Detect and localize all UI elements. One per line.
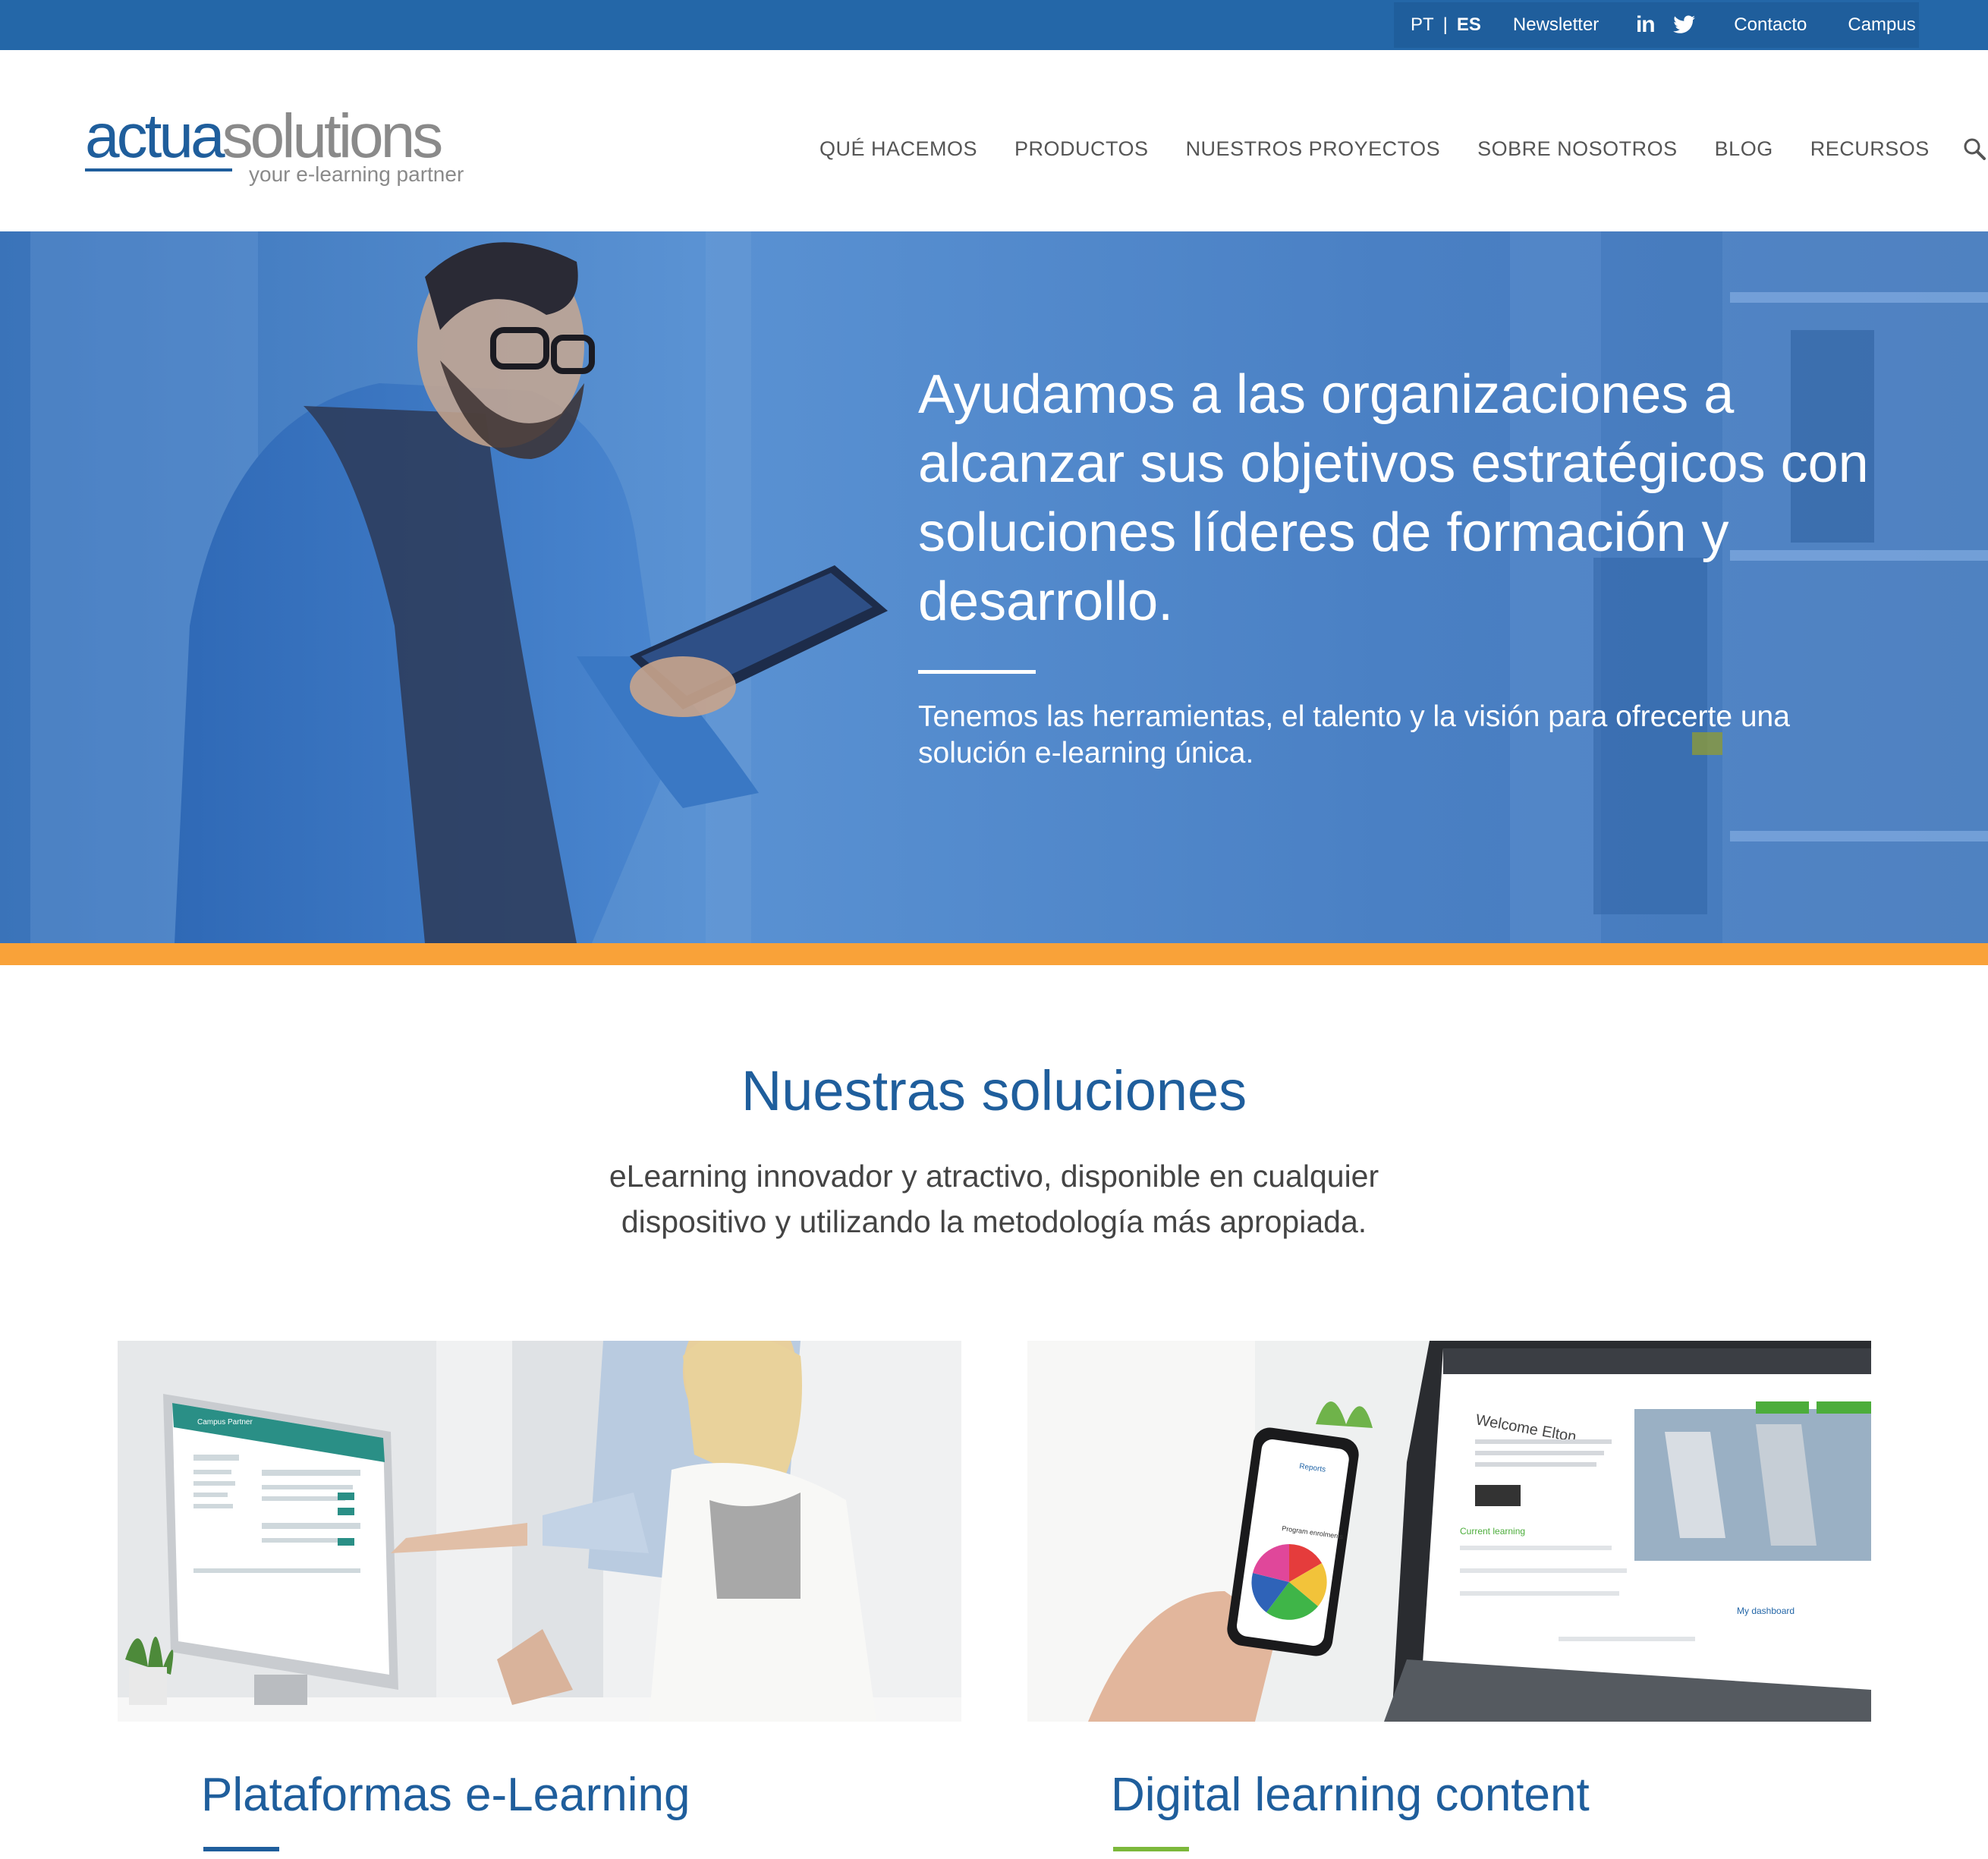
logo-part-actua: actua <box>85 102 225 171</box>
screen-current-label: Current learning <box>1460 1526 1525 1537</box>
logo-wordmark: actuasolutions <box>85 102 444 171</box>
nav-item-blog[interactable]: BLOG <box>1715 137 1773 161</box>
hero-banner: Ayudamos a las organizaciones a alcanzar… <box>0 231 1988 943</box>
campus-link[interactable]: Campus <box>1848 14 1915 36</box>
hero-title: Ayudamos a las organizaciones a alcanzar… <box>918 364 1869 632</box>
nav-item-recursos[interactable]: RECURSOS <box>1810 137 1930 161</box>
contacto-link[interactable]: Contacto <box>1734 14 1807 36</box>
hero-subtitle: Tenemos las herramientas, el talento y l… <box>918 700 1790 769</box>
main-nav: QUÉ HACEMOS PRODUCTOS NUESTROS PROYECTOS… <box>819 135 1988 162</box>
solutions-subtitle: eLearning innovador y atractivo, disponi… <box>609 1159 1379 1239</box>
language-switcher: PT | ES <box>1411 14 1481 36</box>
card-divider-plataformas <box>203 1847 279 1851</box>
lang-pt-link[interactable]: PT <box>1411 14 1434 36</box>
logo-part-solutions: solutions <box>222 102 444 171</box>
nav-item-productos[interactable]: PRODUCTOS <box>1014 137 1149 161</box>
logo-tagline: your e-learning partner <box>249 162 464 186</box>
newsletter-link[interactable]: Newsletter <box>1513 14 1599 36</box>
card-title-plataformas[interactable]: Plataformas e-Learning <box>201 1768 690 1822</box>
nav-item-nuestros-proyectos[interactable]: NUESTROS PROYECTOS <box>1186 137 1441 161</box>
screen-dashboard-label: My dashboard <box>1737 1606 1795 1616</box>
card-title-digital-content[interactable]: Digital learning content <box>1111 1768 1590 1822</box>
linkedin-icon[interactable]: in <box>1632 12 1658 38</box>
hero-divider <box>918 670 1036 674</box>
lang-es-link[interactable]: ES <box>1457 14 1481 36</box>
page: PT | ES Newsletter in Contacto Campus ac… <box>0 0 1988 1859</box>
twitter-icon[interactable] <box>1672 12 1697 38</box>
logo-underline <box>85 168 232 171</box>
nav-item-que-hacemos[interactable]: QUÉ HACEMOS <box>819 137 977 161</box>
nav-item-sobre-nosotros[interactable]: SOBRE NOSOTROS <box>1477 137 1678 161</box>
card-divider-digital-content <box>1113 1847 1189 1851</box>
logo[interactable]: actuasolutions your e-learning partner <box>85 102 464 186</box>
search-icon[interactable] <box>1961 135 1988 162</box>
site-header: actuasolutions your e-learning partner Q… <box>0 50 1988 231</box>
card-image-digital-content[interactable]: Welcome Elton Current learning My dashbo… <box>1027 1341 1871 1722</box>
card-image-plataformas[interactable]: Campus Partner <box>118 1341 961 1722</box>
screen-brand-label: Campus Partner <box>197 1418 253 1426</box>
top-utility-bar: PT | ES Newsletter in Contacto Campus <box>0 0 1988 50</box>
utility-links: PT | ES Newsletter in Contacto Campus <box>1394 2 1919 48</box>
solutions-title: Nuestras soluciones <box>741 1059 1247 1122</box>
hero-accent-band <box>0 943 1988 965</box>
lang-separator: | <box>1442 14 1448 35</box>
